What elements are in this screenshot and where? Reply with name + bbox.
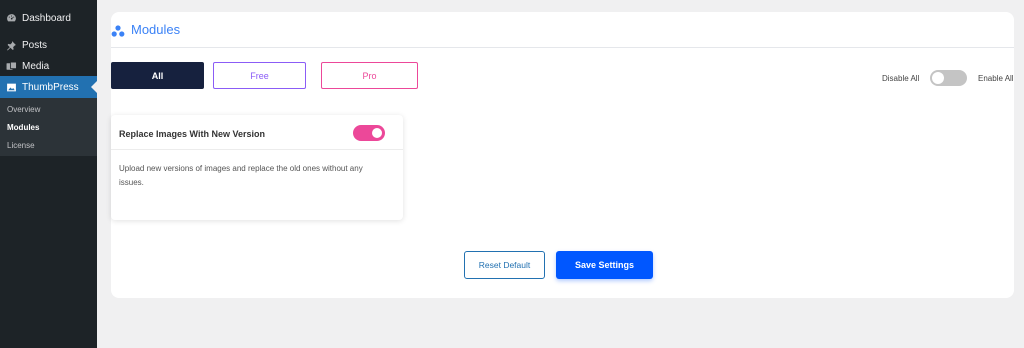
sidebar-item-media[interactable]: Media <box>0 55 97 77</box>
sidebar-item-posts[interactable]: Posts <box>0 34 97 56</box>
submenu-item-license[interactable]: License <box>7 141 35 150</box>
page-title: Modules <box>131 22 181 37</box>
sidebar-item-label: Dashboard <box>22 12 71 24</box>
sidebar-item-thumbpress[interactable]: ThumbPress <box>0 76 97 98</box>
admin-sidebar: Dashboard Posts Media ThumbPress Overvie… <box>0 0 97 348</box>
panel-header: Modules <box>111 12 1014 48</box>
thumbpress-icon <box>0 82 22 93</box>
module-divider <box>111 149 403 150</box>
enable-all-toggle[interactable] <box>930 70 967 86</box>
modules-panel: Modules All Free Pro Disable All Enable … <box>111 12 1014 298</box>
module-title: Replace Images With New Version <box>119 129 265 139</box>
filter-all-button[interactable]: All <box>111 62 204 89</box>
reset-default-button[interactable]: Reset Default <box>464 251 545 279</box>
module-card: Replace Images With New Version Upload n… <box>111 115 403 220</box>
submenu-item-modules[interactable]: Modules <box>7 123 39 132</box>
module-enable-toggle[interactable] <box>353 125 385 141</box>
modules-icon <box>111 24 125 37</box>
current-menu-arrow <box>91 81 97 93</box>
toggle-knob <box>372 128 382 138</box>
submenu-item-overview[interactable]: Overview <box>7 105 40 114</box>
module-description: Upload new versions of images and replac… <box>119 164 363 187</box>
media-icon <box>0 61 22 72</box>
enable-all-label: Enable All <box>978 74 1014 83</box>
toggle-knob <box>932 72 944 84</box>
sidebar-item-label: ThumbPress <box>22 81 79 93</box>
sidebar-submenu: Overview Modules License <box>0 98 97 156</box>
filter-pro-button[interactable]: Pro <box>321 62 418 89</box>
sidebar-item-dashboard[interactable]: Dashboard <box>0 7 97 29</box>
sidebar-item-label: Media <box>22 60 50 72</box>
disable-all-label: Disable All <box>882 74 920 83</box>
save-settings-button[interactable]: Save Settings <box>556 251 653 279</box>
pin-icon <box>0 40 22 51</box>
sidebar-item-label: Posts <box>22 39 48 51</box>
filter-free-button[interactable]: Free <box>213 62 306 89</box>
dashboard-icon <box>0 13 22 24</box>
